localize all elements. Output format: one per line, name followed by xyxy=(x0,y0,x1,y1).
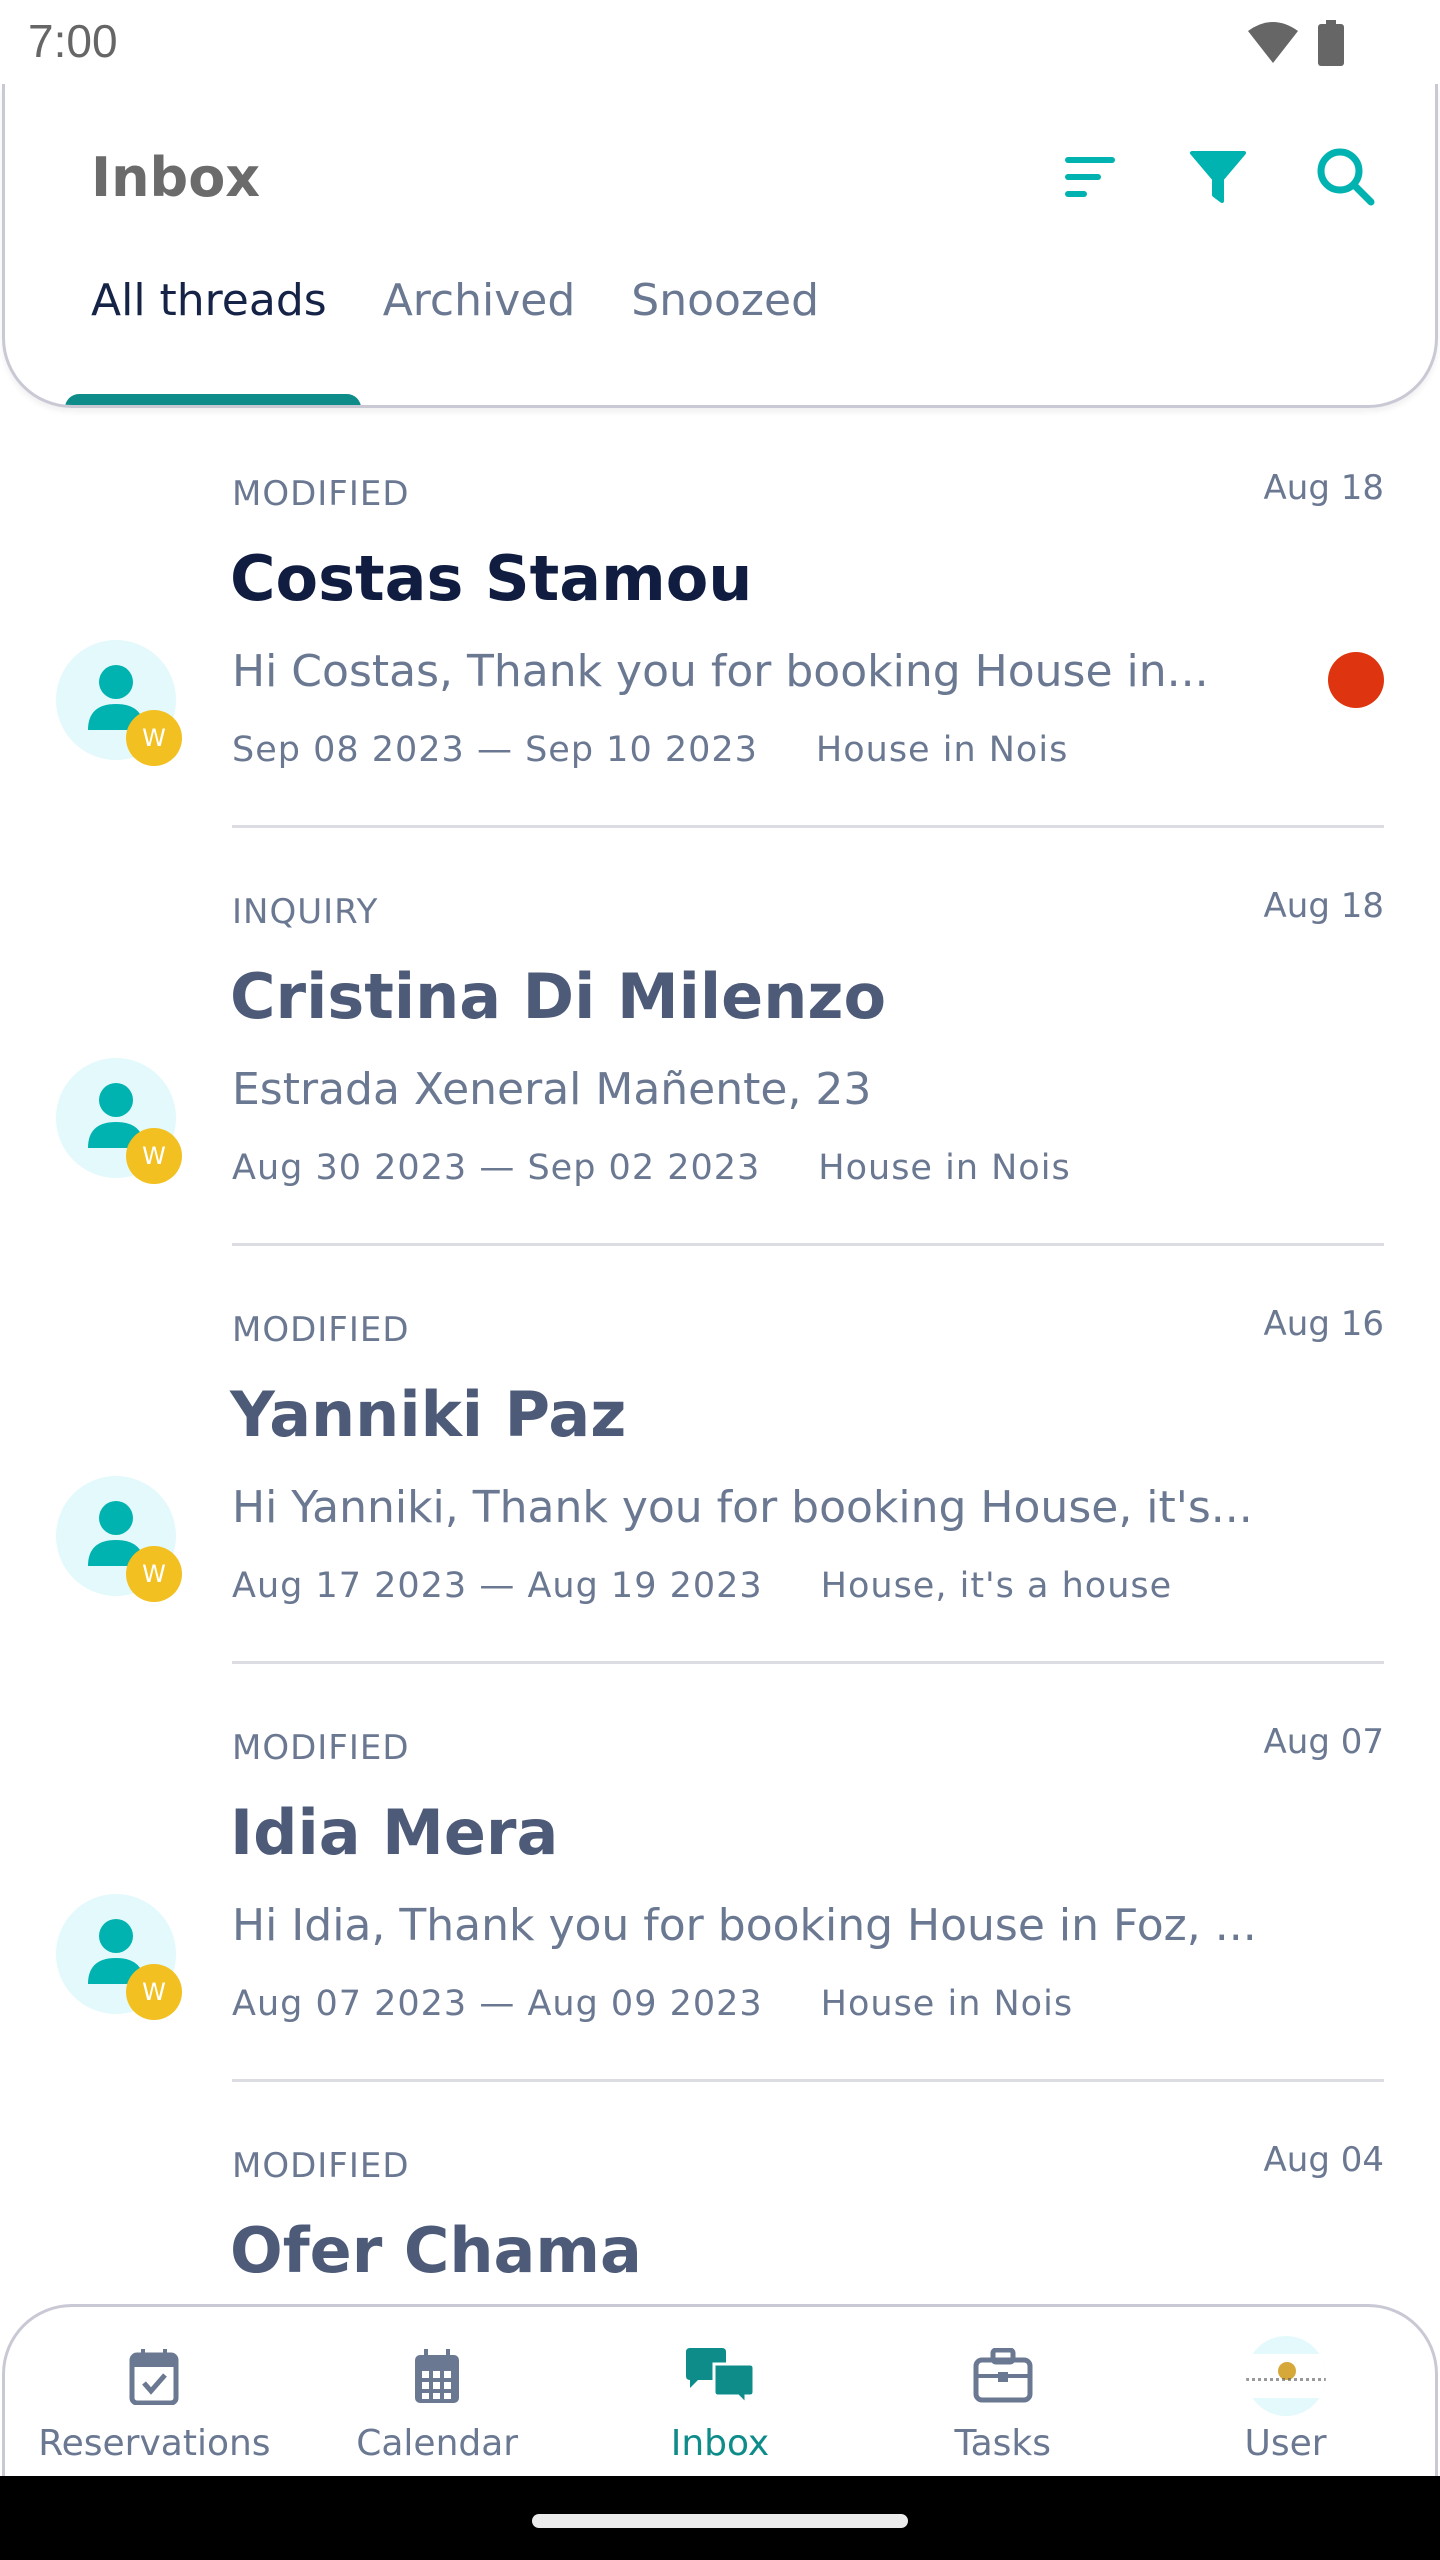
guest-name: Cristina Di Milenzo xyxy=(230,960,887,1033)
property-name: House in Nois xyxy=(815,730,1069,770)
stay-dates: Aug 17 2023 — Aug 19 2023 xyxy=(232,1566,763,1606)
avatar: W xyxy=(56,1476,182,1602)
status-icons xyxy=(1246,20,1344,70)
message-preview: Hi Costas, Thank you for booking House i… xyxy=(232,646,1209,697)
thread-status: MODIFIED xyxy=(232,474,410,514)
thread-item[interactable]: W MODIFIED Aug 18 Costas Stamou Hi Costa… xyxy=(0,410,1440,828)
bottom-nav: Reservations Calendar Inbox Tasks User xyxy=(2,2304,1438,2480)
nav-label: Reservations xyxy=(38,2423,271,2464)
nav-label: Inbox xyxy=(670,2423,770,2464)
system-nav-bar xyxy=(0,2476,1440,2560)
nav-label: Tasks xyxy=(954,2423,1051,2464)
avatar: W xyxy=(56,1894,182,2020)
thread-list: W MODIFIED Aug 18 Costas Stamou Hi Costa… xyxy=(0,410,1440,2310)
sort-button[interactable] xyxy=(1057,144,1123,210)
thread-date: Aug 07 xyxy=(1263,1722,1384,1762)
app-header: Inbox All threads Archived Snoozed xyxy=(2,84,1438,408)
tab-archived[interactable]: Archived xyxy=(355,279,604,405)
stay-dates: Aug 07 2023 — Aug 09 2023 xyxy=(232,1984,763,2024)
nav-calendar[interactable]: Calendar xyxy=(317,2307,557,2480)
guest-name: Idia Mera xyxy=(230,1796,559,1869)
thread-date: Aug 04 xyxy=(1263,2140,1384,2180)
sort-icon xyxy=(1065,157,1115,197)
stay-dates: Sep 08 2023 — Sep 10 2023 xyxy=(232,730,758,770)
chat-bubbles-icon xyxy=(684,2345,756,2407)
nav-label: User xyxy=(1244,2423,1327,2464)
thread-status: MODIFIED xyxy=(232,1310,410,1350)
header-actions xyxy=(1057,144,1379,210)
user-avatar xyxy=(1245,2336,1326,2416)
thread-item[interactable]: W INQUIRY Aug 18 Cristina Di Milenzo Est… xyxy=(0,828,1440,1246)
channel-badge: W xyxy=(126,1964,182,2020)
active-tab-indicator xyxy=(65,394,361,405)
property-name: House, it's a house xyxy=(820,1566,1173,1606)
avatar: W xyxy=(56,1058,182,1184)
nav-label: Calendar xyxy=(356,2423,519,2464)
thread-item[interactable]: MODIFIED Aug 04 Ofer Chama xyxy=(0,2082,1440,2310)
thread-date: Aug 16 xyxy=(1263,1304,1384,1344)
page-title: Inbox xyxy=(91,146,261,209)
nav-user[interactable]: User xyxy=(1166,2307,1406,2480)
message-preview: Estrada Xeneral Mañente, 23 xyxy=(232,1064,872,1115)
home-indicator[interactable] xyxy=(532,2514,908,2528)
thread-meta: Aug 17 2023 — Aug 19 2023 House, it's a … xyxy=(232,1566,1172,1606)
status-time: 7:00 xyxy=(28,15,118,67)
unread-indicator xyxy=(1328,652,1384,708)
briefcase-icon xyxy=(973,2345,1033,2407)
channel-badge: W xyxy=(126,710,182,766)
nav-inbox[interactable]: Inbox xyxy=(600,2307,840,2480)
wifi-icon xyxy=(1246,21,1300,69)
search-button[interactable] xyxy=(1313,144,1379,210)
status-bar: 7:00 xyxy=(0,0,1440,84)
calendar-grid-icon xyxy=(412,2345,462,2407)
battery-icon xyxy=(1318,20,1344,70)
thread-status: INQUIRY xyxy=(232,892,379,932)
message-preview: Hi Idia, Thank you for booking House in … xyxy=(232,1900,1257,1951)
thread-date: Aug 18 xyxy=(1263,886,1384,926)
channel-badge: W xyxy=(126,1546,182,1602)
search-icon xyxy=(1317,148,1375,206)
thread-meta: Aug 07 2023 — Aug 09 2023 House in Nois xyxy=(232,1984,1073,2024)
thread-meta: Aug 30 2023 — Sep 02 2023 House in Nois xyxy=(232,1148,1071,1188)
thread-status: MODIFIED xyxy=(232,1728,410,1768)
thread-tabs: All threads Archived Snoozed xyxy=(63,279,847,405)
thread-item[interactable]: W MODIFIED Aug 07 Idia Mera Hi Idia, Tha… xyxy=(0,1664,1440,2082)
calendar-check-icon xyxy=(129,2345,179,2407)
stay-dates: Aug 30 2023 — Sep 02 2023 xyxy=(232,1148,761,1188)
property-name: House in Nois xyxy=(818,1148,1071,1188)
user-avatar-icon xyxy=(1245,2336,1326,2416)
channel-badge: W xyxy=(126,1128,182,1184)
guest-name: Ofer Chama xyxy=(230,2214,642,2287)
guest-name: Yanniki Paz xyxy=(230,1378,627,1451)
tab-all-threads[interactable]: All threads xyxy=(63,279,355,405)
thread-meta: Sep 08 2023 — Sep 10 2023 House in Nois xyxy=(232,730,1068,770)
thread-date: Aug 18 xyxy=(1263,468,1384,508)
tab-snoozed[interactable]: Snoozed xyxy=(603,279,847,405)
thread-status: MODIFIED xyxy=(232,2146,410,2186)
thread-item[interactable]: W MODIFIED Aug 16 Yanniki Paz Hi Yanniki… xyxy=(0,1246,1440,1664)
filter-button[interactable] xyxy=(1185,144,1251,210)
message-preview: Hi Yanniki, Thank you for booking House,… xyxy=(232,1482,1253,1533)
avatar: W xyxy=(56,640,182,766)
nav-reservations[interactable]: Reservations xyxy=(34,2307,274,2480)
property-name: House in Nois xyxy=(820,1984,1074,2024)
guest-name: Costas Stamou xyxy=(230,542,753,615)
nav-tasks[interactable]: Tasks xyxy=(883,2307,1123,2480)
filter-icon xyxy=(1190,151,1246,203)
